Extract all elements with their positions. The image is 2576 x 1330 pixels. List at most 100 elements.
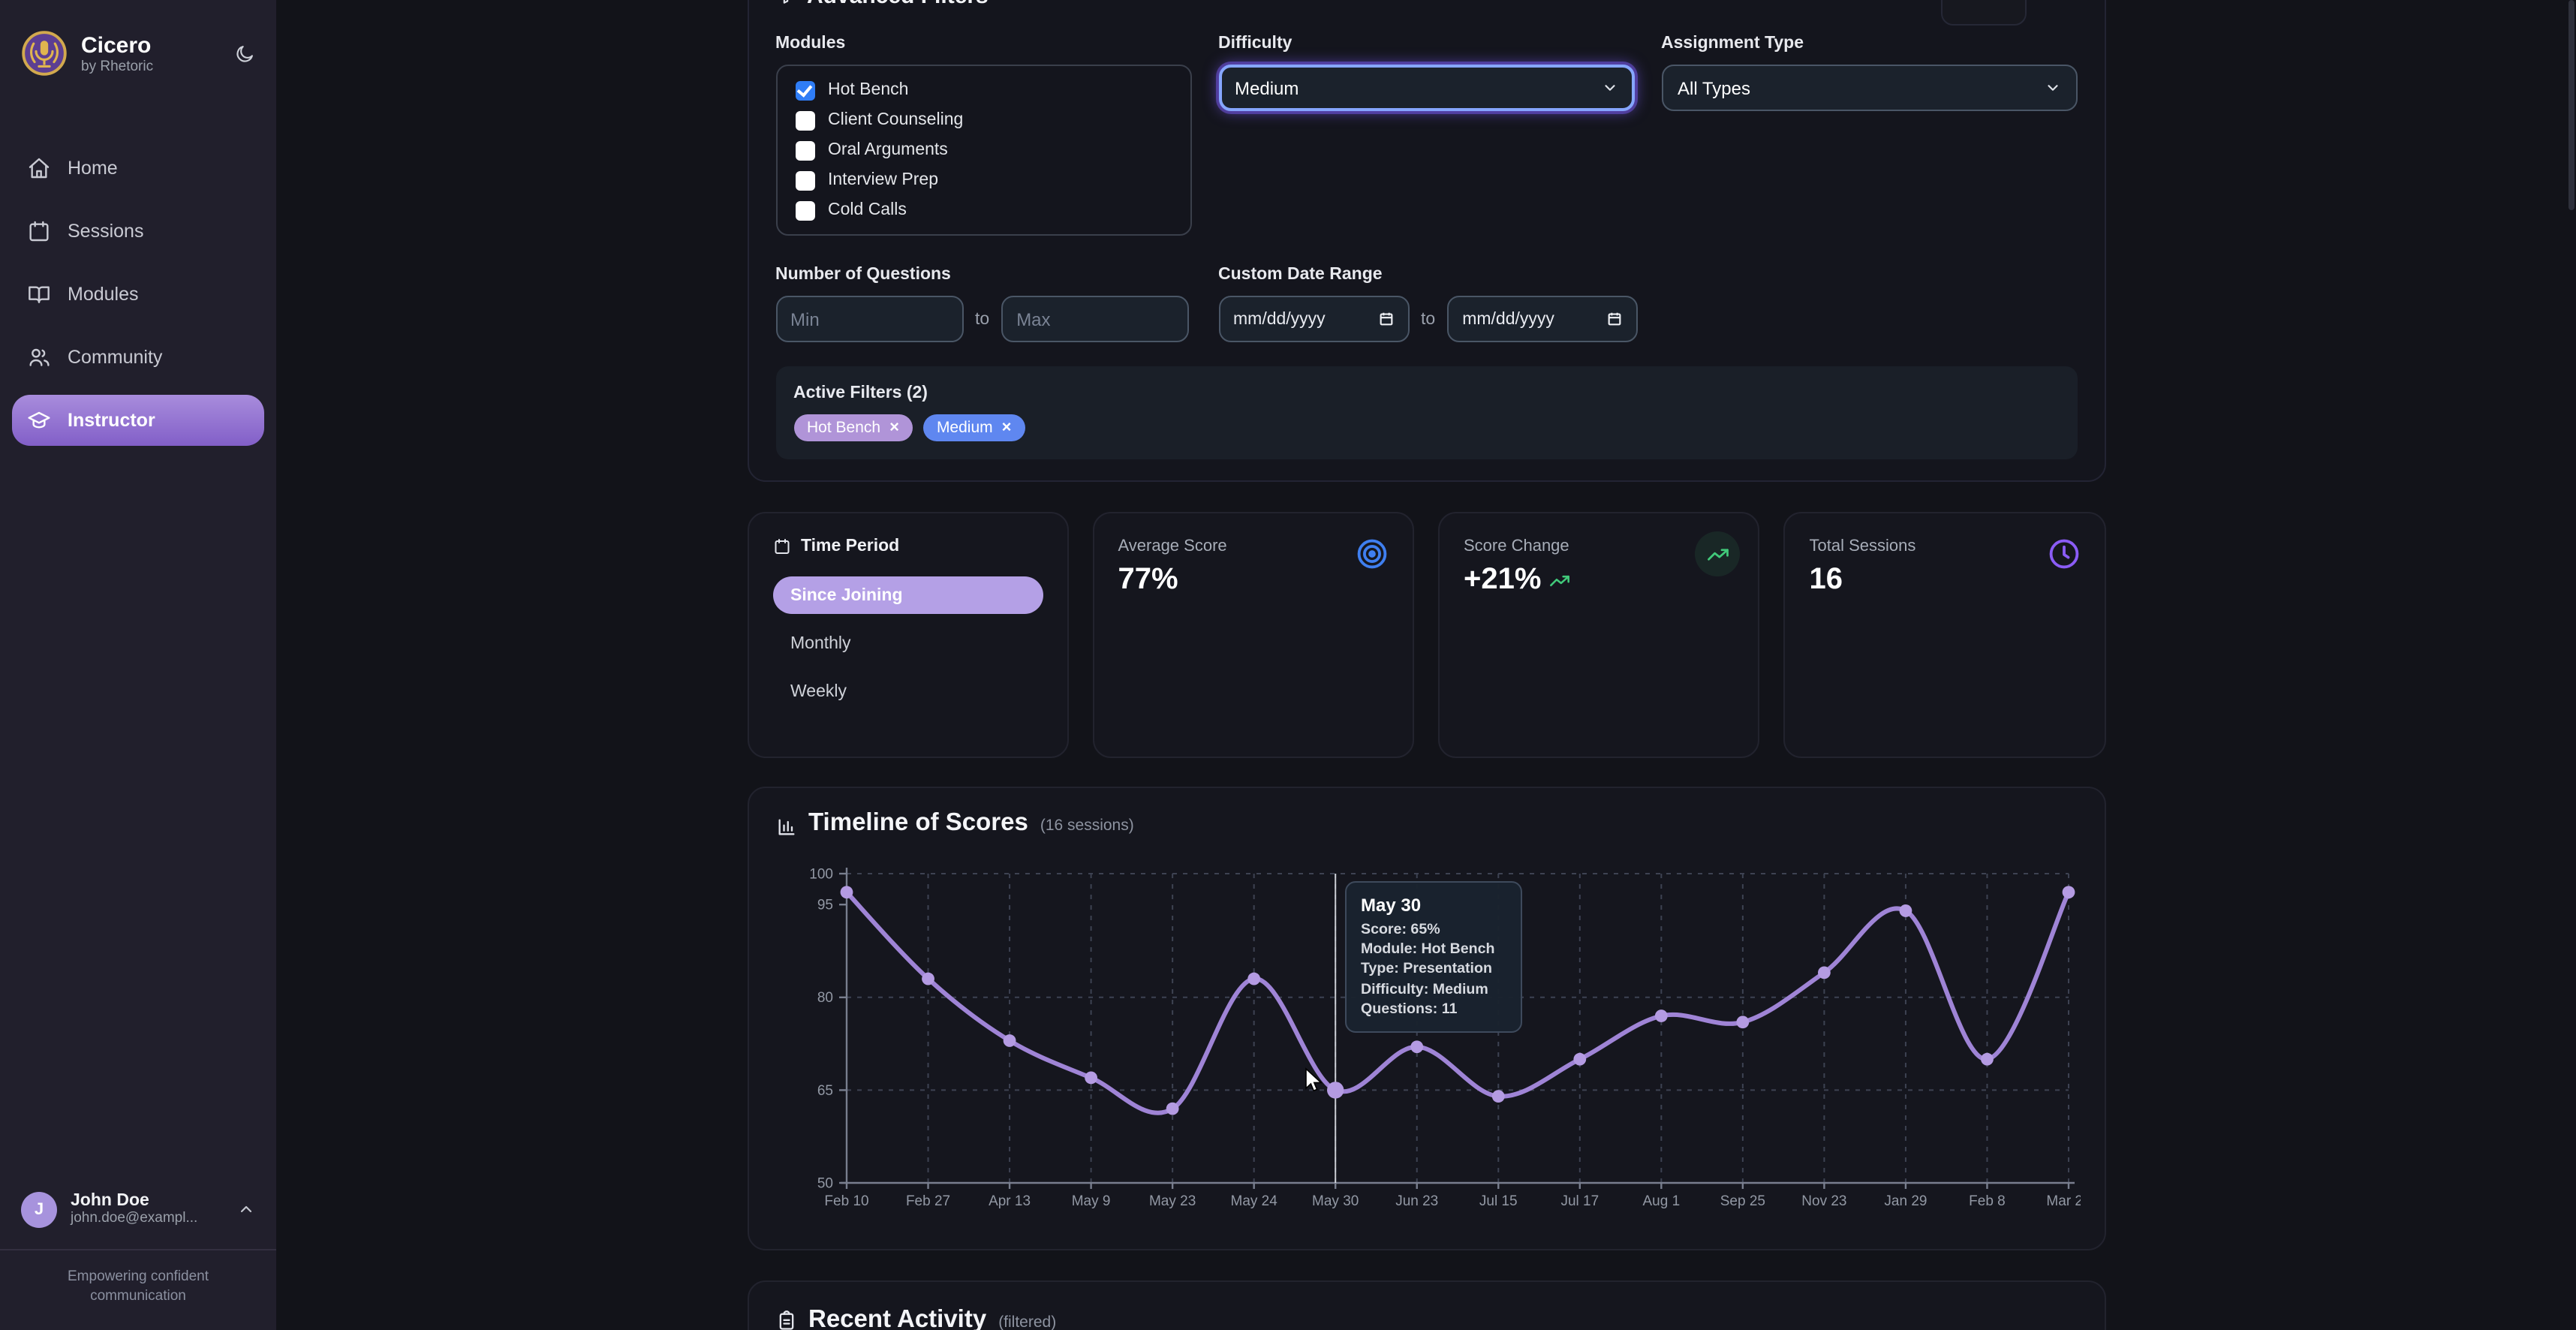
time-period-options: Since Joining Monthly Weekly	[772, 576, 1043, 710]
data-point[interactable]	[1491, 1090, 1504, 1103]
sidebar-item-sessions[interactable]: Sessions	[12, 206, 264, 257]
clipboard-icon	[775, 1310, 796, 1330]
funnel-icon	[775, 0, 795, 5]
chip-medium[interactable]: Medium ×	[923, 414, 1025, 441]
svg-text:May 30: May 30	[1311, 1193, 1358, 1209]
calendar-icon	[27, 219, 51, 243]
sidebar-item-label: Sessions	[68, 221, 143, 242]
sidebar-item-label: Community	[68, 347, 162, 368]
data-point[interactable]	[1572, 1053, 1585, 1066]
home-icon	[27, 156, 51, 180]
sidebar-item-home[interactable]: Home	[12, 143, 264, 194]
data-point[interactable]	[1899, 904, 1912, 917]
trending-up-icon	[1548, 570, 1569, 591]
data-point[interactable]	[1654, 1010, 1667, 1022]
average-score-value: 77%	[1118, 563, 1178, 597]
chevron-down-icon	[2044, 80, 2060, 96]
svg-text:50: 50	[817, 1175, 832, 1191]
data-point[interactable]	[1817, 966, 1830, 979]
svg-text:Mar 24: Mar 24	[2045, 1193, 2080, 1209]
data-point[interactable]	[1326, 1082, 1343, 1098]
sidebar: Cicero by Rhetoric Home Sessions	[0, 0, 276, 1330]
sidebar-nav: Home Sessions Modules Community	[0, 143, 276, 446]
checkbox-row-hot-bench[interactable]: Hot Bench	[795, 80, 1172, 101]
assignment-type-value: All Types	[1678, 77, 2044, 98]
axis-labels: 10095806550Feb 10Feb 27Apr 13May 9May 23…	[808, 866, 2080, 1209]
difficulty-select[interactable]: Medium	[1218, 65, 1634, 111]
user-name: John Doe	[71, 1192, 197, 1210]
remove-chip-icon[interactable]: ×	[889, 420, 899, 435]
chip-hot-bench[interactable]: Hot Bench ×	[793, 414, 913, 441]
data-point[interactable]	[2062, 886, 2075, 898]
app-name: Cicero	[81, 32, 153, 58]
target-icon	[1356, 537, 1389, 570]
checkbox-row-oral-arguments[interactable]: Oral Arguments	[795, 140, 1172, 161]
advanced-filters-heading: Advanced Filters	[775, 0, 2077, 11]
assignment-type-label: Assignment Type	[1661, 35, 2077, 53]
chevron-up-icon[interactable]	[237, 1201, 255, 1219]
data-point[interactable]	[1980, 1053, 1993, 1066]
data-point[interactable]	[1166, 1103, 1178, 1115]
start-date-input[interactable]: mm/dd/yyyy	[1218, 296, 1409, 342]
dark-mode-moon-icon[interactable]	[234, 43, 255, 64]
sidebar-item-community[interactable]: Community	[12, 332, 264, 383]
modules-label: Modules	[775, 35, 1191, 53]
interview-prep-checkbox[interactable]	[795, 170, 814, 190]
data-point[interactable]	[1410, 1040, 1422, 1053]
remove-chip-icon[interactable]: ×	[1002, 420, 1012, 435]
svg-text:Jun 23: Jun 23	[1395, 1193, 1437, 1209]
chip-label: Medium	[937, 419, 993, 437]
max-questions-input[interactable]	[1001, 296, 1189, 342]
assignment-type-select[interactable]: All Types	[1661, 65, 2077, 111]
total-sessions-value: 16	[1810, 563, 1843, 597]
svg-text:Sep 25: Sep 25	[1720, 1193, 1765, 1209]
data-point[interactable]	[921, 973, 934, 985]
timeline-title: Timeline of Scores	[808, 809, 1028, 838]
user-email: john.doe@exampl...	[71, 1210, 197, 1228]
user-menu[interactable]: J John Doe john.doe@exampl...	[0, 1192, 276, 1249]
min-questions-input[interactable]	[775, 296, 963, 342]
active-filters-label: Active Filters (2)	[793, 384, 2059, 402]
data-point[interactable]	[1003, 1034, 1016, 1047]
time-period-label: Time Period	[801, 537, 899, 555]
book-icon	[27, 282, 51, 306]
time-period-option-monthly[interactable]: Monthly	[772, 624, 1043, 662]
logo-text: Cicero by Rhetoric	[81, 32, 153, 74]
hot-bench-checkbox[interactable]	[795, 80, 814, 100]
scrollbar-thumb[interactable]	[2568, 0, 2574, 210]
checkbox-row-interview-prep[interactable]: Interview Prep	[795, 170, 1172, 191]
checkbox-row-client-counseling[interactable]: Client Counseling	[795, 110, 1172, 131]
axes	[838, 868, 2074, 1189]
svg-text:Feb 27: Feb 27	[905, 1193, 949, 1209]
question-count-label: Number of Questions	[775, 266, 1191, 284]
time-period-option-since-joining[interactable]: Since Joining	[772, 576, 1043, 614]
scrollbar[interactable]	[2568, 0, 2574, 1330]
end-date-input[interactable]: mm/dd/yyyy	[1447, 296, 1638, 342]
sidebar-item-instructor[interactable]: Instructor	[12, 395, 264, 446]
client-counseling-checkbox[interactable]	[795, 110, 814, 130]
timeline-subtitle: (16 sessions)	[1040, 817, 1134, 835]
main-area: Advanced Filters Modules Hot Bench	[276, 0, 2576, 1330]
oral-arguments-checkbox[interactable]	[795, 140, 814, 160]
chart-body: 10095806550Feb 10Feb 27Apr 13May 9May 23…	[775, 848, 2077, 1231]
timeline-card: Timeline of Scores (16 sessions) 1009580…	[747, 787, 2105, 1250]
data-point[interactable]	[840, 886, 853, 898]
collapse-filters-button[interactable]	[1940, 0, 2026, 26]
svg-text:May 9: May 9	[1071, 1193, 1110, 1209]
sidebar-divider	[0, 1249, 276, 1250]
data-point[interactable]	[1735, 1016, 1748, 1028]
data-point[interactable]	[1247, 973, 1259, 985]
sidebar-item-modules[interactable]: Modules	[12, 269, 264, 320]
tagline: Empowering confident communication	[0, 1268, 276, 1312]
difficulty-label: Difficulty	[1218, 35, 1634, 53]
cold-calls-checkbox[interactable]	[795, 200, 814, 220]
data-point[interactable]	[1084, 1072, 1097, 1085]
timeline-chart[interactable]: 10095806550Feb 10Feb 27Apr 13May 9May 23…	[775, 848, 2080, 1223]
svg-text:80: 80	[817, 990, 832, 1006]
time-period-option-weekly[interactable]: Weekly	[772, 673, 1043, 710]
checkbox-label: Hot Bench	[828, 81, 908, 99]
checkbox-row-cold-calls[interactable]: Cold Calls	[795, 200, 1172, 221]
total-sessions-label: Total Sessions	[1810, 537, 2081, 555]
svg-text:65: 65	[817, 1083, 832, 1099]
recent-activity-header: Recent Activity (filtered)	[775, 1306, 2077, 1330]
